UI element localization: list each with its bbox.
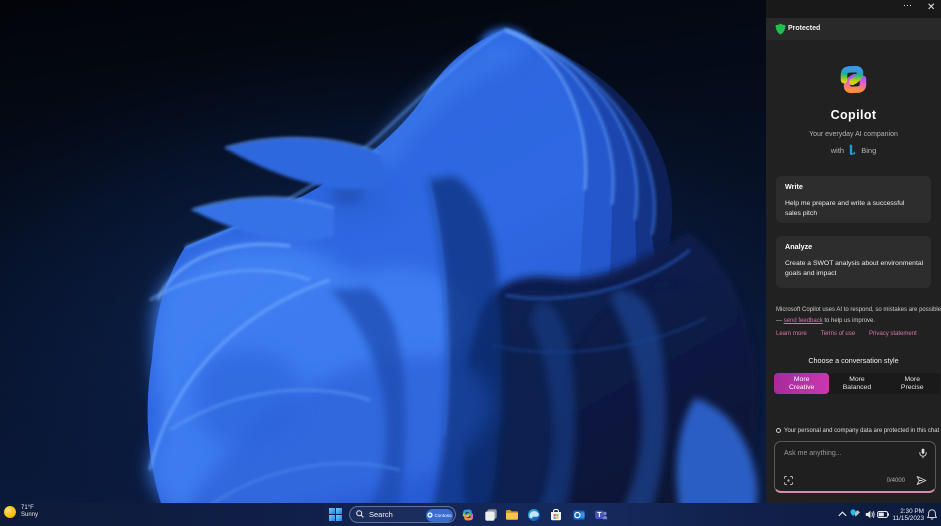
svg-text:T: T (597, 512, 602, 519)
